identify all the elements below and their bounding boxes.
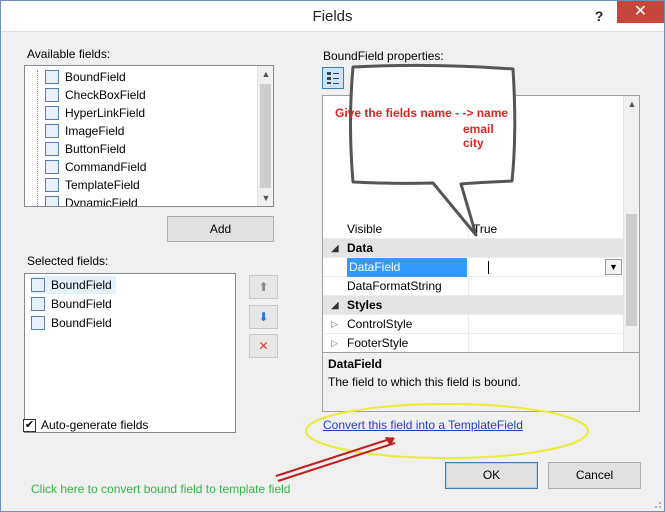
title-bar: Fields ? ✕ — [1, 1, 664, 32]
dialog-body: Available fields: BoundField CheckBoxFiel… — [1, 33, 664, 511]
help-button[interactable]: ? — [587, 5, 611, 27]
callout-line-1: Give the fields name - -> name — [335, 106, 509, 120]
cancel-button[interactable]: Cancel — [548, 462, 641, 489]
auto-generate-checkbox[interactable]: ✔ — [23, 419, 36, 432]
callout-line-3: city — [463, 136, 484, 150]
callout-bubble-icon — [275, 63, 589, 482]
resize-grip-icon[interactable] — [650, 497, 662, 509]
ok-button[interactable]: OK — [445, 462, 538, 489]
fields-dialog: Fields ? ✕ Available fields: BoundField C… — [0, 0, 665, 512]
convert-template-link[interactable]: Convert this field into a TemplateField — [323, 418, 523, 432]
auto-generate-label: Auto-generate fields — [41, 418, 149, 432]
dialog-title: Fields — [312, 8, 353, 25]
close-button[interactable]: ✕ — [617, 1, 664, 23]
annotation-hint: Click here to convert bound field to tem… — [31, 482, 291, 496]
callout-line-2: email — [463, 122, 494, 136]
